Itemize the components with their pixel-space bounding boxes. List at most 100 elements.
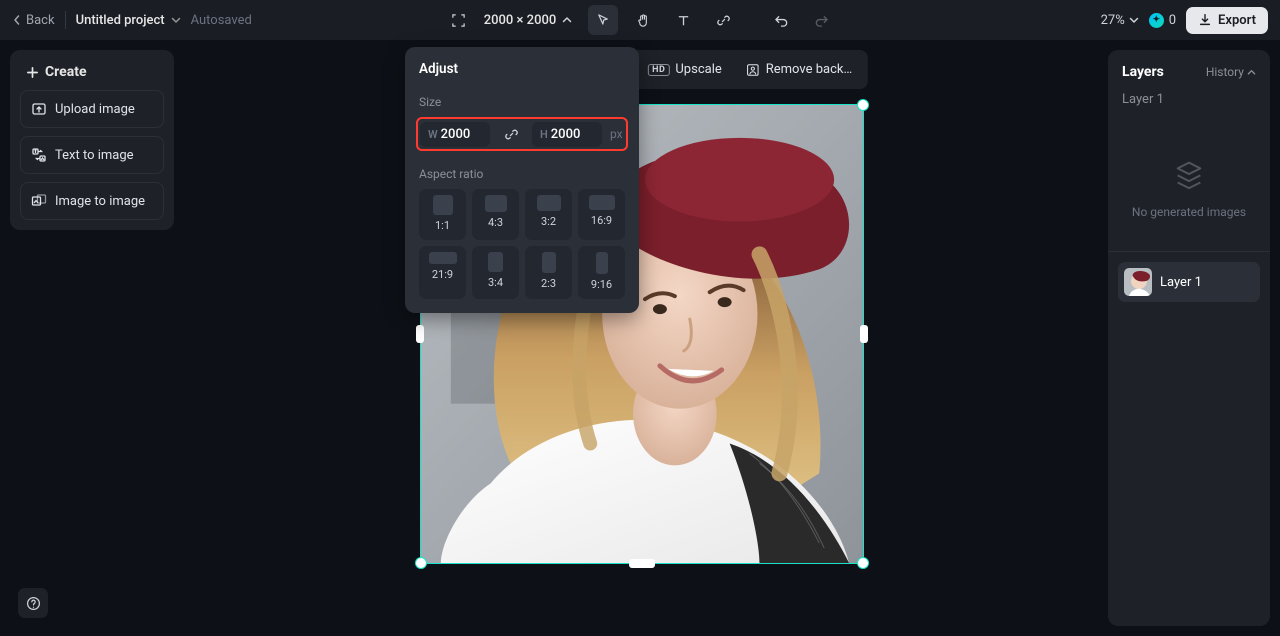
aspect-3-4[interactable]: 3:4 xyxy=(472,246,519,299)
aspect-4-3[interactable]: 4:3 xyxy=(472,189,519,240)
export-label: Export xyxy=(1218,13,1256,28)
aspect-16-9[interactable]: 16:9 xyxy=(578,189,625,240)
pointer-icon xyxy=(596,13,611,28)
height-value: 2000 xyxy=(551,127,581,142)
hand-tool-button[interactable] xyxy=(628,5,658,35)
chevron-left-icon xyxy=(12,15,22,25)
link-tool-button[interactable] xyxy=(708,5,738,35)
size-section-label: Size xyxy=(419,95,625,109)
width-field[interactable]: W 2000 xyxy=(420,122,490,147)
text-tool-button[interactable] xyxy=(668,5,698,35)
history-label: History xyxy=(1206,65,1244,79)
ratio-thumb-icon xyxy=(488,252,503,272)
no-generated-text: No generated images xyxy=(1132,205,1246,219)
ratio-thumb-icon xyxy=(485,195,507,212)
width-letter: W xyxy=(428,128,438,141)
credits-value: 0 xyxy=(1169,13,1176,28)
resize-handle-bottom[interactable] xyxy=(629,559,655,568)
ratio-thumb-icon xyxy=(537,195,561,211)
text-to-image-icon xyxy=(31,147,47,163)
adjust-dropdown-panel: Adjust Size W 2000 H 2000 px Aspect rati… xyxy=(405,47,639,313)
upscale-button[interactable]: HD Upscale xyxy=(638,56,732,83)
canvas-area[interactable]: Inpaint Adjust Retouch HD Upscale Remove… xyxy=(184,50,1100,626)
top-toolbar: Back Untitled project Autosaved 2000 × 2… xyxy=(0,0,1280,40)
height-letter: H xyxy=(540,128,548,141)
ratio-thumb-icon xyxy=(542,252,556,273)
help-icon xyxy=(26,596,41,611)
aspect-1-1[interactable]: 1:1 xyxy=(419,189,466,240)
text-icon xyxy=(676,13,691,28)
layers-panel: Layers History Layer 1 No generated imag… xyxy=(1108,50,1270,626)
ratio-thumb-icon xyxy=(589,195,615,210)
undo-button[interactable] xyxy=(766,5,796,35)
autosaved-status: Autosaved xyxy=(191,13,252,28)
canvas-dimensions-button[interactable]: 2000 × 2000 xyxy=(484,13,573,28)
corners-icon xyxy=(451,13,466,28)
aspect-2-3[interactable]: 2:3 xyxy=(525,246,572,299)
aspect-ratio-grid: 1:1 4:3 3:2 16:9 21:9 3:4 2:3 9:16 xyxy=(419,189,625,299)
chevron-up-icon xyxy=(562,15,572,25)
canvas-dimensions-text: 2000 × 2000 xyxy=(484,13,557,28)
resize-handle-left[interactable] xyxy=(416,325,424,343)
image-to-image-icon xyxy=(31,193,47,209)
redo-button[interactable] xyxy=(806,5,836,35)
select-tool-button[interactable] xyxy=(588,5,618,35)
width-value: 2000 xyxy=(441,127,471,142)
chevron-down-icon xyxy=(171,15,181,25)
resize-handle-right[interactable] xyxy=(860,325,868,343)
aspect-21-9[interactable]: 21:9 xyxy=(419,246,466,299)
remove-bg-button[interactable]: Remove back… xyxy=(736,56,862,83)
fit-frame-button[interactable] xyxy=(444,5,474,35)
create-label: Create xyxy=(45,64,87,80)
text-to-image-label: Text to image xyxy=(55,148,134,163)
coin-icon: ✦ xyxy=(1149,13,1164,28)
layer-item[interactable]: Layer 1 xyxy=(1118,262,1260,302)
project-title-text: Untitled project xyxy=(76,13,165,28)
resize-handle-top-right[interactable] xyxy=(858,100,868,110)
text-to-image-option[interactable]: Text to image xyxy=(20,136,164,174)
hand-icon xyxy=(636,13,651,28)
left-sidebar: Create Upload image Text to image Image … xyxy=(10,50,174,230)
upload-image-option[interactable]: Upload image xyxy=(20,90,164,128)
remove-bg-label: Remove back… xyxy=(766,62,852,77)
no-generated-placeholder: No generated images xyxy=(1118,117,1260,247)
history-button[interactable]: History xyxy=(1206,65,1256,79)
remove-bg-icon xyxy=(746,63,760,77)
project-title-dropdown[interactable]: Untitled project xyxy=(76,13,181,28)
zoom-value: 27% xyxy=(1101,13,1125,28)
hd-icon: HD xyxy=(648,64,669,76)
help-button[interactable] xyxy=(18,588,48,618)
download-icon xyxy=(1198,13,1212,27)
resize-handle-bottom-right[interactable] xyxy=(858,558,868,568)
unit-label: px xyxy=(610,127,623,141)
chevron-down-icon xyxy=(1129,15,1139,25)
size-input-row: W 2000 H 2000 px xyxy=(416,117,628,151)
lock-aspect-button[interactable] xyxy=(498,121,524,147)
back-button[interactable]: Back xyxy=(12,13,55,28)
aspect-3-2[interactable]: 3:2 xyxy=(525,189,572,240)
current-layer-label: Layer 1 xyxy=(1118,88,1260,117)
stack-icon xyxy=(1172,157,1206,191)
image-to-image-option[interactable]: Image to image xyxy=(20,182,164,220)
create-header: Create xyxy=(20,60,164,90)
zoom-dropdown[interactable]: 27% xyxy=(1101,13,1139,28)
back-label: Back xyxy=(26,13,55,28)
redo-icon xyxy=(814,13,829,28)
upload-image-label: Upload image xyxy=(55,102,135,117)
ratio-thumb-icon xyxy=(596,252,608,274)
create-panel: Create Upload image Text to image Image … xyxy=(10,50,174,230)
aspect-9-16[interactable]: 9:16 xyxy=(578,246,625,299)
aspect-section-label: Aspect ratio xyxy=(419,167,625,181)
adjust-title: Adjust xyxy=(419,61,625,77)
height-field[interactable]: H 2000 xyxy=(532,122,602,147)
upload-image-icon xyxy=(31,101,47,117)
link-icon xyxy=(504,127,519,142)
resize-handle-bottom-left[interactable] xyxy=(416,558,426,568)
image-to-image-label: Image to image xyxy=(55,194,145,209)
separator xyxy=(65,11,66,29)
credits-badge[interactable]: ✦ 0 xyxy=(1149,13,1176,28)
layer-thumbnail xyxy=(1124,268,1152,296)
export-button[interactable]: Export xyxy=(1186,7,1268,34)
divider xyxy=(1108,251,1270,252)
plus-icon xyxy=(26,66,39,79)
